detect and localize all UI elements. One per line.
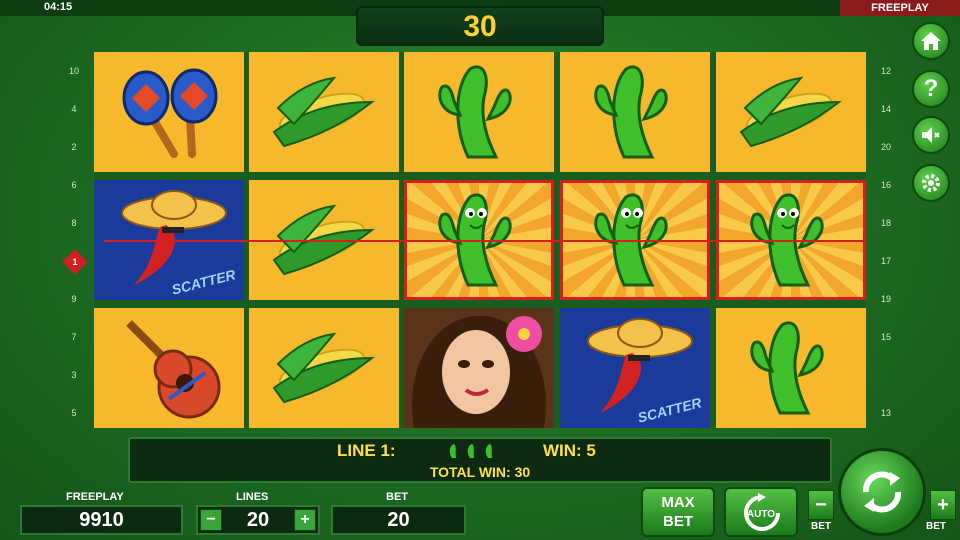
line-number: 12 bbox=[880, 66, 891, 76]
total-win-label: TOTAL WIN: 30 bbox=[429, 464, 531, 480]
line-number: 8 bbox=[71, 218, 77, 228]
bet-increase-button[interactable]: + bbox=[930, 490, 956, 520]
freeplay-label: FREEPLAY bbox=[66, 491, 124, 503]
max-bet-button[interactable]: MAX BET bbox=[641, 487, 715, 537]
symbol-corn bbox=[716, 52, 866, 172]
symbol-cactus bbox=[404, 52, 554, 172]
win-display: 30 bbox=[356, 6, 604, 46]
auto-button[interactable]: AUTO bbox=[724, 487, 798, 537]
balance-display: 9910 bbox=[20, 505, 183, 535]
line-number: 5 bbox=[71, 408, 77, 418]
symbol-cactus bbox=[560, 52, 710, 172]
bet-decrease-button[interactable]: − bbox=[808, 490, 834, 520]
line-number: 7 bbox=[71, 332, 77, 342]
symbol-cactus bbox=[716, 308, 866, 428]
line-number: 14 bbox=[880, 104, 891, 114]
line-number: 2 bbox=[71, 142, 77, 152]
max-bet-label-1: MAX bbox=[661, 494, 695, 511]
mode-badge: FREEPLAY bbox=[840, 0, 960, 16]
line-number: 10 bbox=[68, 66, 79, 76]
bet-decrease-label: BET bbox=[811, 521, 831, 532]
active-line-marker: 1 bbox=[62, 249, 88, 275]
sound-button[interactable] bbox=[912, 116, 950, 154]
symbol-corn bbox=[249, 308, 399, 428]
win-line-1 bbox=[104, 240, 864, 242]
line-number: 19 bbox=[880, 294, 891, 304]
settings-icon bbox=[922, 174, 940, 192]
clock: 04:15 bbox=[44, 1, 73, 13]
symbol-pepper-scatter: SCATTER bbox=[560, 308, 710, 428]
line-label: LINE 1: bbox=[337, 441, 396, 460]
sound-mute-icon bbox=[922, 127, 940, 143]
line-number: 18 bbox=[880, 218, 891, 228]
lines-decrease-button[interactable]: − bbox=[200, 509, 222, 531]
line-win-label: WIN: 5 bbox=[543, 441, 596, 460]
spin-arrows-icon bbox=[862, 471, 902, 513]
line-symbols-icon bbox=[446, 443, 498, 464]
max-bet-label-2: BET bbox=[663, 513, 693, 530]
help-button[interactable]: ? bbox=[912, 70, 950, 108]
line-number: 17 bbox=[880, 256, 891, 266]
auto-label: AUTO bbox=[746, 509, 776, 520]
line-number: 13 bbox=[880, 408, 891, 418]
line-number: 6 bbox=[71, 180, 77, 190]
line-number: 16 bbox=[880, 180, 891, 190]
bet-display: 20 bbox=[331, 505, 466, 535]
symbol-guitar bbox=[94, 308, 244, 428]
line-number: 3 bbox=[71, 370, 77, 380]
home-button[interactable] bbox=[912, 22, 950, 60]
bet-label: BET bbox=[386, 491, 408, 503]
lines-label: LINES bbox=[236, 491, 269, 503]
bet-increase-label: BET bbox=[926, 521, 946, 532]
line-number: 20 bbox=[880, 142, 891, 152]
lines-value: 20 bbox=[246, 509, 270, 531]
settings-button[interactable] bbox=[912, 164, 950, 202]
line-number: 9 bbox=[71, 294, 77, 304]
line-number: 15 bbox=[880, 332, 891, 342]
home-icon bbox=[921, 32, 941, 50]
line-number: 4 bbox=[71, 104, 77, 114]
symbol-maracas bbox=[94, 52, 244, 172]
symbol-senorita bbox=[404, 308, 554, 428]
symbol-corn bbox=[249, 52, 399, 172]
lines-increase-button[interactable]: + bbox=[294, 509, 316, 531]
help-icon: ? bbox=[923, 75, 939, 102]
spin-button[interactable] bbox=[838, 448, 926, 536]
win-info-panel: LINE 1: WIN: 5 TOTAL WIN: 30 bbox=[128, 437, 832, 483]
